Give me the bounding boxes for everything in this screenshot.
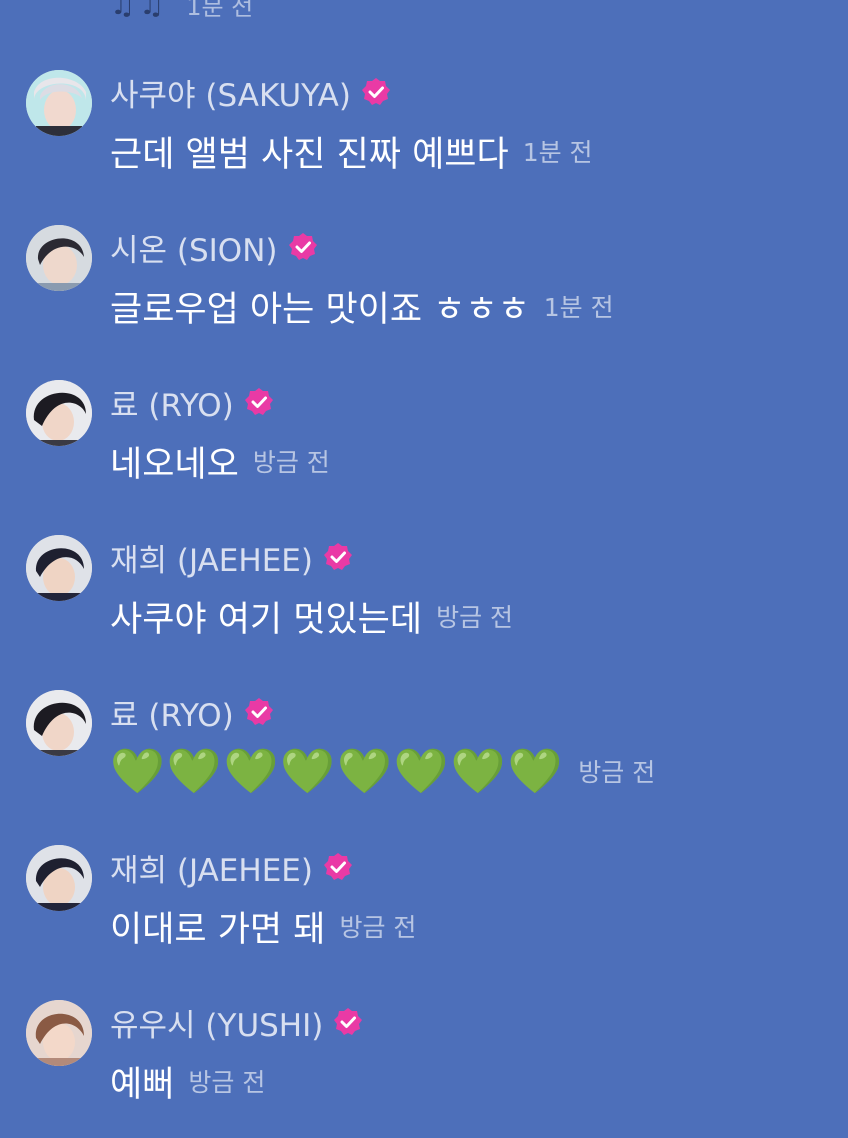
sender-name[interactable]: 사쿠야 (SAKUYA): [110, 70, 351, 115]
chat-message: 시온 (SION) 글로우업 아는 맛이죠 ㅎㅎㅎ 1분 전: [0, 225, 848, 365]
avatar[interactable]: [26, 380, 92, 446]
avatar[interactable]: [26, 1000, 92, 1066]
chat-feed[interactable]: ♫♫ 1분 전 사쿠야 (SAKUYA) 근데 앨범 사진 진짜 예쁘다 1분 …: [0, 0, 848, 1138]
sender-name[interactable]: 료 (RYO): [110, 690, 234, 735]
avatar[interactable]: [26, 690, 92, 756]
sender-name[interactable]: 재희 (JAEHEE): [110, 535, 313, 580]
chat-message: 유우시 (YUSHI) 예뻐 방금 전: [0, 1000, 848, 1138]
sender-name[interactable]: 재희 (JAEHEE): [110, 845, 313, 890]
chat-message: 재희 (JAEHEE) 이대로 가면 돼 방금 전: [0, 845, 848, 985]
avatar[interactable]: [26, 535, 92, 601]
message-partial: ♫♫ 1분 전: [110, 0, 253, 22]
avatar[interactable]: [26, 70, 92, 136]
verified-badge-icon: [323, 853, 352, 880]
sender-name[interactable]: 유우시 (YUSHI): [110, 1000, 323, 1045]
chat-message: 사쿠야 (SAKUYA) 근데 앨범 사진 진짜 예쁘다 1분 전: [0, 70, 848, 210]
verified-badge-icon: [361, 78, 390, 105]
message-time: 방금 전: [252, 448, 330, 477]
message-time: 방금 전: [339, 913, 417, 942]
chat-message: 료 (RYO) 네오네오 방금 전: [0, 380, 848, 520]
sender-name[interactable]: 료 (RYO): [110, 380, 234, 425]
message-text: 예뻐: [110, 1064, 175, 1105]
chat-message: 료 (RYO) 💚💚💚💚💚💚💚💚 방금 전: [0, 690, 848, 830]
message-time: 방금 전: [188, 1068, 266, 1097]
music-notes-text: ♫♫: [110, 0, 169, 21]
avatar[interactable]: [26, 225, 92, 291]
message-time: 1분 전: [186, 0, 254, 21]
message-text: 글로우업 아는 맛이죠 ㅎㅎㅎ: [110, 289, 530, 330]
message-time: 1분 전: [543, 293, 614, 322]
verified-badge-icon: [323, 543, 352, 570]
verified-badge-icon: [244, 388, 273, 415]
message-text: 근데 앨범 사진 진짜 예쁘다: [110, 134, 509, 175]
verified-badge-icon: [334, 1008, 363, 1035]
message-text: 네오네오: [110, 444, 239, 485]
message-time: 1분 전: [522, 138, 593, 167]
verified-badge-icon: [244, 698, 273, 725]
message-text: 이대로 가면 돼: [110, 909, 326, 950]
message-time: 방금 전: [578, 758, 656, 787]
verified-badge-icon: [288, 233, 317, 260]
chat-message: 재희 (JAEHEE) 사쿠야 여기 멋있는데 방금 전: [0, 535, 848, 675]
message-time: 방금 전: [436, 603, 514, 632]
avatar[interactable]: [26, 845, 92, 911]
message-text: 사쿠야 여기 멋있는데: [110, 599, 423, 640]
sender-name[interactable]: 시온 (SION): [110, 225, 278, 270]
message-text: 💚💚💚💚💚💚💚💚: [110, 746, 565, 797]
